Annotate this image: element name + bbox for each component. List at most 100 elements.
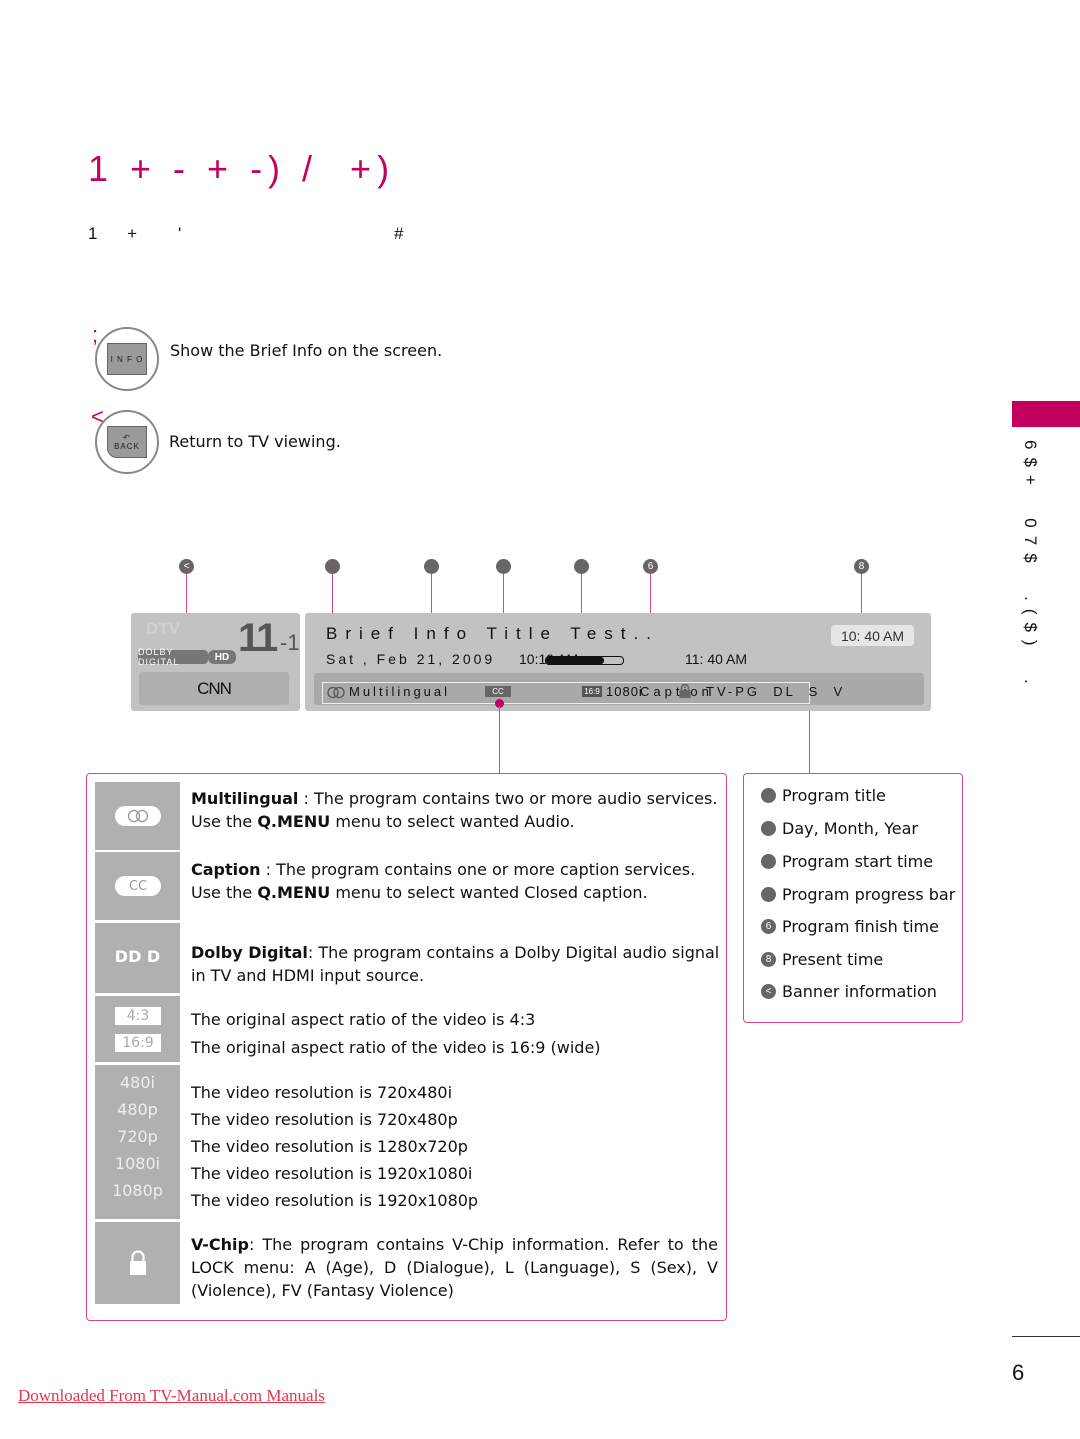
back-key-label: BACK — [114, 442, 140, 451]
leader-line — [499, 706, 500, 774]
key-item: 6 Program finish time — [761, 917, 939, 936]
dolby-description: Dolby Digital: The program contains a Do… — [191, 941, 721, 987]
key-label: Banner information — [782, 982, 937, 1001]
res-480p-icon: 480p — [117, 1100, 158, 1119]
side-chapter-tab — [1012, 401, 1080, 427]
legend-icon-cell — [95, 782, 180, 850]
key-item: Program progress bar — [761, 885, 955, 904]
marker-badge: < — [761, 984, 776, 999]
key-label: Program start time — [782, 852, 934, 871]
res-1080p-icon: 1080p — [112, 1181, 163, 1200]
icon-legend-panel: Multilingual : The program contains two … — [86, 773, 727, 1321]
hd-badge: HD — [208, 650, 236, 664]
res-480i-icon: 480i — [120, 1073, 155, 1092]
multilingual-icon — [115, 806, 161, 826]
multilingual-label: Multilingual — [349, 684, 451, 699]
multilingual-description: Multilingual : The program contains two … — [191, 787, 721, 833]
qmenu-term: Q.MENU — [257, 883, 331, 902]
key-item: 8 Present time — [761, 950, 883, 969]
marker-badge — [761, 854, 776, 869]
term: Multilingual — [191, 789, 299, 808]
source-label: DTV — [146, 619, 180, 638]
page-rule — [1012, 1336, 1080, 1337]
vchip-rating: TV-PG DL S V — [706, 684, 846, 699]
program-progress-fill — [546, 657, 604, 664]
program-progress-bar — [545, 656, 624, 665]
res-1080p-description: The video resolution is 1920x1080p — [191, 1191, 479, 1210]
info-key-icon: I N F O — [107, 343, 147, 375]
term: Dolby Digital — [191, 943, 308, 962]
side-chapter-label: 6$+ 07$ .($) . — [1021, 440, 1040, 692]
dolby-icon: DD D — [114, 947, 161, 966]
lock-icon — [128, 1250, 148, 1280]
marker-present-time: 8 — [854, 559, 869, 574]
info-button-description: Show the Brief Info on the screen. — [170, 341, 443, 360]
leader-line — [809, 711, 810, 774]
qmenu-term: Q.MENU — [257, 812, 331, 831]
marker-program-title — [325, 559, 340, 574]
download-source-link[interactable]: Downloaded From TV-Manual.com Manuals — [18, 1386, 325, 1406]
key-item: < Banner information — [761, 982, 937, 1001]
res-1080i-description: The video resolution is 1920x1080i — [191, 1164, 473, 1183]
cc-icon: CC — [485, 686, 511, 697]
term: Caption — [191, 860, 261, 879]
channel-number: 11 — [238, 616, 278, 660]
marker-key-panel: Program title Day, Month, Year Program s… — [743, 773, 963, 1023]
key-item: Program start time — [761, 852, 933, 871]
aspect-16-9-description: The original aspect ratio of the video i… — [191, 1038, 601, 1057]
key-item: Day, Month, Year — [761, 819, 918, 838]
back-button-description: Return to TV viewing. — [169, 432, 341, 451]
marker-progress-bar — [574, 559, 589, 574]
legend-icon-cell: 4:3 16:9 — [95, 996, 180, 1062]
res-1080i-icon: 1080i — [114, 1154, 161, 1173]
key-label: Program title — [782, 786, 886, 805]
marker-badge: 8 — [761, 952, 776, 967]
program-finish-time: 11: 40 AM — [685, 651, 748, 667]
dolby-digital-badge: DOLBY DIGITAL — [138, 647, 208, 667]
res-480p-description: The video resolution is 720x480p — [191, 1110, 458, 1129]
station-name: CNN — [139, 672, 289, 705]
key-label: Program finish time — [782, 917, 939, 936]
key-label: Present time — [782, 950, 884, 969]
text: menu to select wanted Audio. — [330, 812, 575, 831]
multilingual-icon — [327, 684, 345, 699]
aspect-4-3-description: The original aspect ratio of the video i… — [191, 1010, 536, 1029]
channel-subnumber: -1 — [280, 630, 300, 655]
legend-icon-cell: CC — [95, 852, 180, 920]
key-label: Day, Month, Year — [782, 819, 918, 838]
back-button-illustration: ↶ BACK — [95, 410, 159, 474]
caption-label: Caption — [640, 684, 713, 699]
vchip-description: V-Chip: The program contains V-Chip info… — [191, 1233, 718, 1302]
marker-badge — [761, 821, 776, 836]
caption-cc-icon: CC — [115, 876, 161, 896]
info-button-illustration: I N F O — [95, 327, 159, 391]
marker-start-time — [496, 559, 511, 574]
res-720p-icon: 720p — [117, 1127, 158, 1146]
marker-finish-time: 6 — [643, 559, 658, 574]
legend-icon-cell: 480i 480p 720p 1080i 1080p — [95, 1065, 180, 1219]
leader-line — [186, 574, 187, 618]
aspect-4-3-icon: 4:3 — [115, 1007, 161, 1025]
text: menu to select wanted Closed caption. — [330, 883, 648, 902]
caption-description: Caption : The program contains one or mo… — [191, 858, 721, 904]
resolution-label: 1080i — [606, 684, 643, 699]
marker-badge — [761, 788, 776, 803]
marker-badge — [761, 887, 776, 902]
text: : The program contains V-Chip informatio… — [191, 1235, 718, 1300]
aspect-16-9-icon: 16:9 — [115, 1034, 161, 1052]
legend-icon-cell: DD D — [95, 923, 180, 993]
back-arrow-icon: ↶ — [123, 433, 131, 442]
res-480i-description: The video resolution is 720x480i — [191, 1083, 453, 1102]
program-title: Brief Info Title Test.. — [326, 624, 659, 643]
present-time: 10: 40 AM — [831, 625, 914, 646]
marker-badge: 6 — [761, 919, 776, 934]
res-720p-description: The video resolution is 1280x720p — [191, 1137, 468, 1156]
legend-icon-cell — [95, 1222, 180, 1304]
back-key-icon: ↶ BACK — [107, 426, 147, 458]
aspect-ratio-badge: 16:9 — [582, 686, 602, 697]
page-title: 1 + - + -) / +) — [88, 148, 396, 189]
key-label: Program progress bar — [782, 885, 956, 904]
program-date: Sat , Feb 21, 2009 — [326, 651, 496, 667]
marker-date — [424, 559, 439, 574]
key-item: Program title — [761, 786, 886, 805]
